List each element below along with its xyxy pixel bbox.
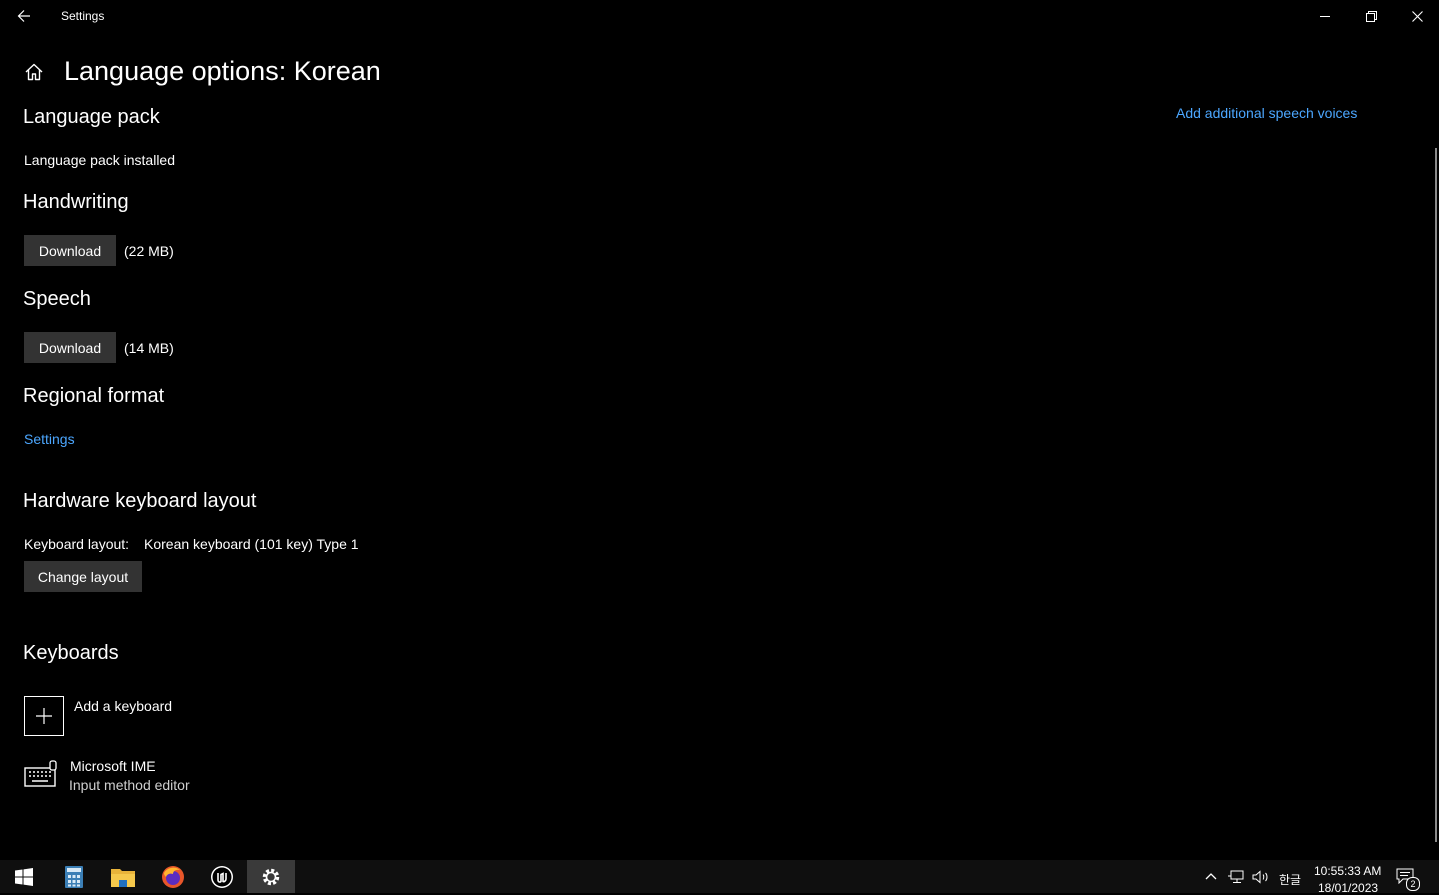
home-button[interactable] [22,60,46,84]
volume-button[interactable] [1252,870,1270,889]
page-title: Language options: Korean [64,56,381,86]
taskbar-firefox[interactable] [149,860,197,893]
start-icon [15,867,33,886]
speaker-icon [1252,870,1268,884]
regional-format-settings-link[interactable]: Settings [24,431,75,447]
close-button[interactable] [1394,0,1439,32]
notification-count-badge: 2 [1406,877,1420,891]
back-button[interactable] [8,4,40,28]
action-center-button[interactable]: 2 [1396,868,1424,891]
taskbar-settings[interactable] [247,860,295,893]
add-speech-voices-link[interactable]: Add additional speech voices [1176,105,1357,121]
home-icon [25,63,43,81]
handwriting-size: (22 MB) [124,243,174,259]
start-button[interactable] [0,860,48,893]
title-bar: Settings [0,0,1439,32]
show-hidden-icons-button[interactable] [1204,869,1222,885]
language-pack-heading: Language pack [23,106,160,128]
taskbar-unreal-engine[interactable] [198,860,246,893]
network-icon [1228,870,1244,883]
keyboard-item-description: Input method editor [69,777,190,793]
unreal-engine-icon [211,865,233,888]
restore-button[interactable] [1348,0,1394,32]
minimize-button[interactable] [1302,0,1348,32]
hardware-keyboard-heading: Hardware keyboard layout [23,490,257,512]
clock-time: 10:55:33 AM [1314,864,1382,878]
settings-gear-icon [262,868,280,885]
keyboard-item-microsoft-ime[interactable]: Microsoft IME Input method editor [24,756,204,798]
clock[interactable]: 10:55:33 AM 18/01/2023 [1310,862,1386,895]
restore-icon [1365,10,1377,22]
plus-icon [36,708,52,724]
keyboard-icon [24,760,57,787]
minimize-icon [1319,15,1330,17]
handwriting-heading: Handwriting [23,191,129,213]
ime-indicator[interactable]: 한글 [1279,871,1301,888]
regional-format-heading: Regional format [23,385,165,407]
scrollbar[interactable] [1435,148,1437,842]
speech-size: (14 MB) [124,340,174,356]
file-explorer-icon [111,868,135,887]
speech-heading: Speech [23,288,91,310]
network-button[interactable] [1228,870,1246,889]
taskbar-file-explorer[interactable] [99,860,147,893]
add-keyboard-button[interactable] [24,696,64,736]
chevron-up-icon [1205,873,1217,880]
change-layout-button[interactable]: Change layout [24,561,142,592]
window-title: Settings [61,9,105,23]
keyboards-heading: Keyboards [23,642,119,664]
speech-download-button[interactable]: Download [24,332,116,363]
handwriting-download-button[interactable]: Download [24,235,116,266]
keyboard-layout-label: Keyboard layout: [24,536,130,552]
language-pack-status: Language pack installed [24,152,176,168]
taskbar: 한글 10:55:33 AM 18/01/2023 2 [0,860,1439,895]
calculator-icon [65,865,83,888]
add-keyboard-label[interactable]: Add a keyboard [74,698,172,714]
taskbar-calculator[interactable] [50,860,98,893]
firefox-icon [162,865,184,888]
keyboard-layout-value: Korean keyboard (101 key) Type 1 [144,536,359,552]
close-icon [1411,10,1423,22]
back-arrow-icon [17,10,30,22]
keyboard-item-name: Microsoft IME [70,758,156,774]
